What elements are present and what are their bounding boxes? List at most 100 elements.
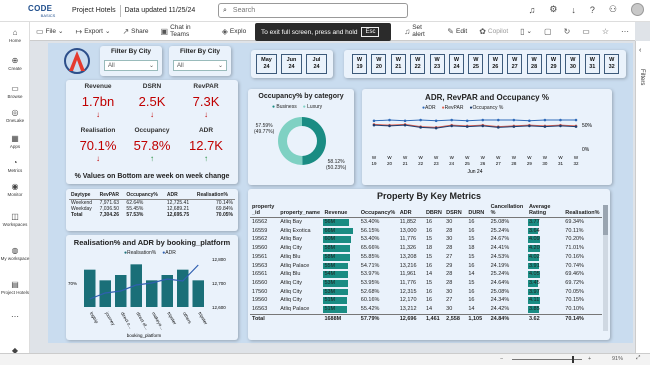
series-point[interactable]	[481, 118, 485, 122]
explore-button[interactable]: ◈ Explo	[216, 27, 252, 36]
notifications-icon[interactable]: ♫	[529, 5, 536, 15]
week-chip-30[interactable]: W 30	[565, 54, 581, 74]
series-point[interactable]	[512, 125, 516, 128]
share-user-icon[interactable]: ⚇	[609, 4, 617, 15]
series-point[interactable]	[512, 118, 516, 122]
series-point[interactable]	[434, 119, 438, 123]
series-point[interactable]	[388, 118, 391, 122]
nav-item-browse[interactable]: ▭ Browse	[0, 84, 30, 99]
series-point[interactable]	[543, 118, 547, 122]
zoom-slider[interactable]	[512, 356, 582, 363]
series-point[interactable]	[528, 119, 531, 123]
nav-item-onelake[interactable]: ◎ OneLake	[0, 108, 30, 123]
column-header[interactable]: DSRN	[444, 203, 467, 218]
month-chip-may[interactable]: May 24	[256, 54, 277, 74]
series-point[interactable]	[434, 126, 438, 130]
download-icon[interactable]: ↓	[571, 5, 576, 15]
realisation-bar[interactable]	[177, 269, 189, 307]
column-header[interactable]: ADR	[164, 191, 195, 200]
nav-item-metrics[interactable]: ◔ Metrics	[0, 158, 30, 173]
series-point[interactable]	[450, 118, 453, 122]
data-updated-label[interactable]: Data updated 11/25/24	[121, 7, 200, 14]
series-point[interactable]	[559, 124, 562, 128]
city-dropdown-2[interactable]: All ⌄	[173, 60, 227, 71]
series-point[interactable]	[465, 125, 469, 128]
week-chip-24[interactable]: W 24	[449, 54, 464, 74]
week-chip-25[interactable]: W 25	[468, 54, 484, 74]
realisation-bar[interactable]	[130, 264, 143, 307]
week-chip-21[interactable]: W 21	[390, 54, 406, 74]
column-header[interactable]: Realisation%	[563, 203, 602, 218]
column-header[interactable]: Occupancy%	[124, 191, 165, 200]
column-header[interactable]: Daytype	[69, 191, 98, 200]
realisation-bar[interactable]	[146, 280, 158, 307]
column-header[interactable]: Revenue	[322, 203, 359, 218]
week-chip-23[interactable]: W 23	[429, 54, 445, 74]
column-header[interactable]: DURN	[466, 203, 489, 218]
avatar[interactable]	[631, 3, 644, 16]
series-point[interactable]	[403, 123, 407, 127]
table-scrollbar[interactable]	[603, 205, 608, 331]
nav-item-project-hotels[interactable]: ▤ Project Hotels	[0, 280, 30, 295]
week-chip-32[interactable]: W 32	[604, 54, 620, 74]
nav-item-create[interactable]: ⊕ Create	[0, 56, 30, 71]
view-button[interactable]: ▢	[538, 27, 558, 36]
column-header[interactable]: property _id	[250, 203, 279, 218]
filters-pane[interactable]: ‹ Filters	[635, 41, 650, 353]
realisation-bar[interactable]	[84, 269, 96, 307]
column-header[interactable]: Occupancy%	[358, 203, 398, 218]
nav-item-my-workspace[interactable]: ◍ My workspace	[0, 246, 30, 261]
realisation-bar[interactable]	[99, 280, 112, 307]
chat-in-teams-button[interactable]: ▣ Chat in Teams	[155, 24, 216, 38]
donut-slice-luxury[interactable]	[278, 117, 303, 165]
comment-button[interactable]: ▭	[576, 27, 596, 36]
realisation-bar[interactable]	[192, 280, 205, 307]
series-point[interactable]	[497, 118, 500, 122]
series-point[interactable]	[543, 125, 547, 128]
scrollbar-thumb[interactable]	[603, 205, 608, 235]
nav-item-apps[interactable]: ▦ Apps	[0, 134, 30, 149]
fit-page-icon[interactable]: ⤢	[636, 355, 640, 362]
series-point[interactable]	[497, 126, 500, 129]
series-point[interactable]	[465, 119, 469, 123]
series-point[interactable]	[574, 118, 578, 122]
more-button[interactable]: ⋯	[615, 27, 635, 36]
week-chip-27[interactable]: W 27	[507, 54, 523, 74]
donut-slice-business[interactable]	[302, 117, 327, 165]
series-point[interactable]	[388, 124, 391, 128]
series-point[interactable]	[372, 123, 376, 127]
city-dropdown-1[interactable]: All ⌄	[104, 60, 158, 71]
week-chip-29[interactable]: W 29	[546, 54, 561, 74]
series-point[interactable]	[419, 118, 422, 122]
share-button[interactable]: ↗ Share	[116, 27, 154, 36]
week-chip-22[interactable]: W 22	[410, 54, 426, 74]
report-name[interactable]: Project Hotels	[68, 7, 120, 14]
week-chip-28[interactable]: W 28	[526, 54, 542, 74]
bookmark-button[interactable]: ▯ ⌄	[514, 27, 538, 36]
edit-button[interactable]: ✎ Edit	[441, 27, 473, 36]
nav-item-more[interactable]: ⋯	[0, 312, 30, 322]
column-header[interactable]: Average Rating	[526, 203, 564, 218]
column-header[interactable]: RevPAR	[97, 191, 125, 200]
export-menu[interactable]: ↦ Export ⌄	[70, 27, 117, 36]
series-point[interactable]	[528, 124, 531, 128]
series-point[interactable]	[450, 124, 453, 128]
month-chip-jul[interactable]: Jul 24	[306, 54, 327, 74]
month-chip-jun[interactable]: Jun 24	[281, 54, 302, 74]
zoom-slider-handle[interactable]	[572, 356, 574, 363]
series-point[interactable]	[481, 124, 485, 128]
search-box[interactable]: ⌕ Search	[218, 3, 408, 18]
favorite-button[interactable]: ☆	[596, 27, 615, 36]
week-chip-26[interactable]: W 26	[487, 54, 503, 74]
nav-item-workspaces[interactable]: ◫ Workspaces	[0, 212, 30, 227]
nav-item-home[interactable]: ⌂ Home	[0, 28, 30, 43]
column-header[interactable]: ADR	[397, 203, 424, 218]
week-chip-19[interactable]: W 19	[352, 54, 367, 74]
series-point[interactable]	[419, 126, 422, 129]
column-header[interactable]: Cancellation %	[488, 203, 527, 218]
refresh-button[interactable]: ↻	[558, 27, 577, 36]
file-menu[interactable]: ▭ File ⌄	[30, 27, 70, 36]
week-chip-31[interactable]: W 31	[584, 54, 600, 74]
week-chip-20[interactable]: W 20	[371, 54, 387, 74]
series-point[interactable]	[403, 119, 407, 123]
